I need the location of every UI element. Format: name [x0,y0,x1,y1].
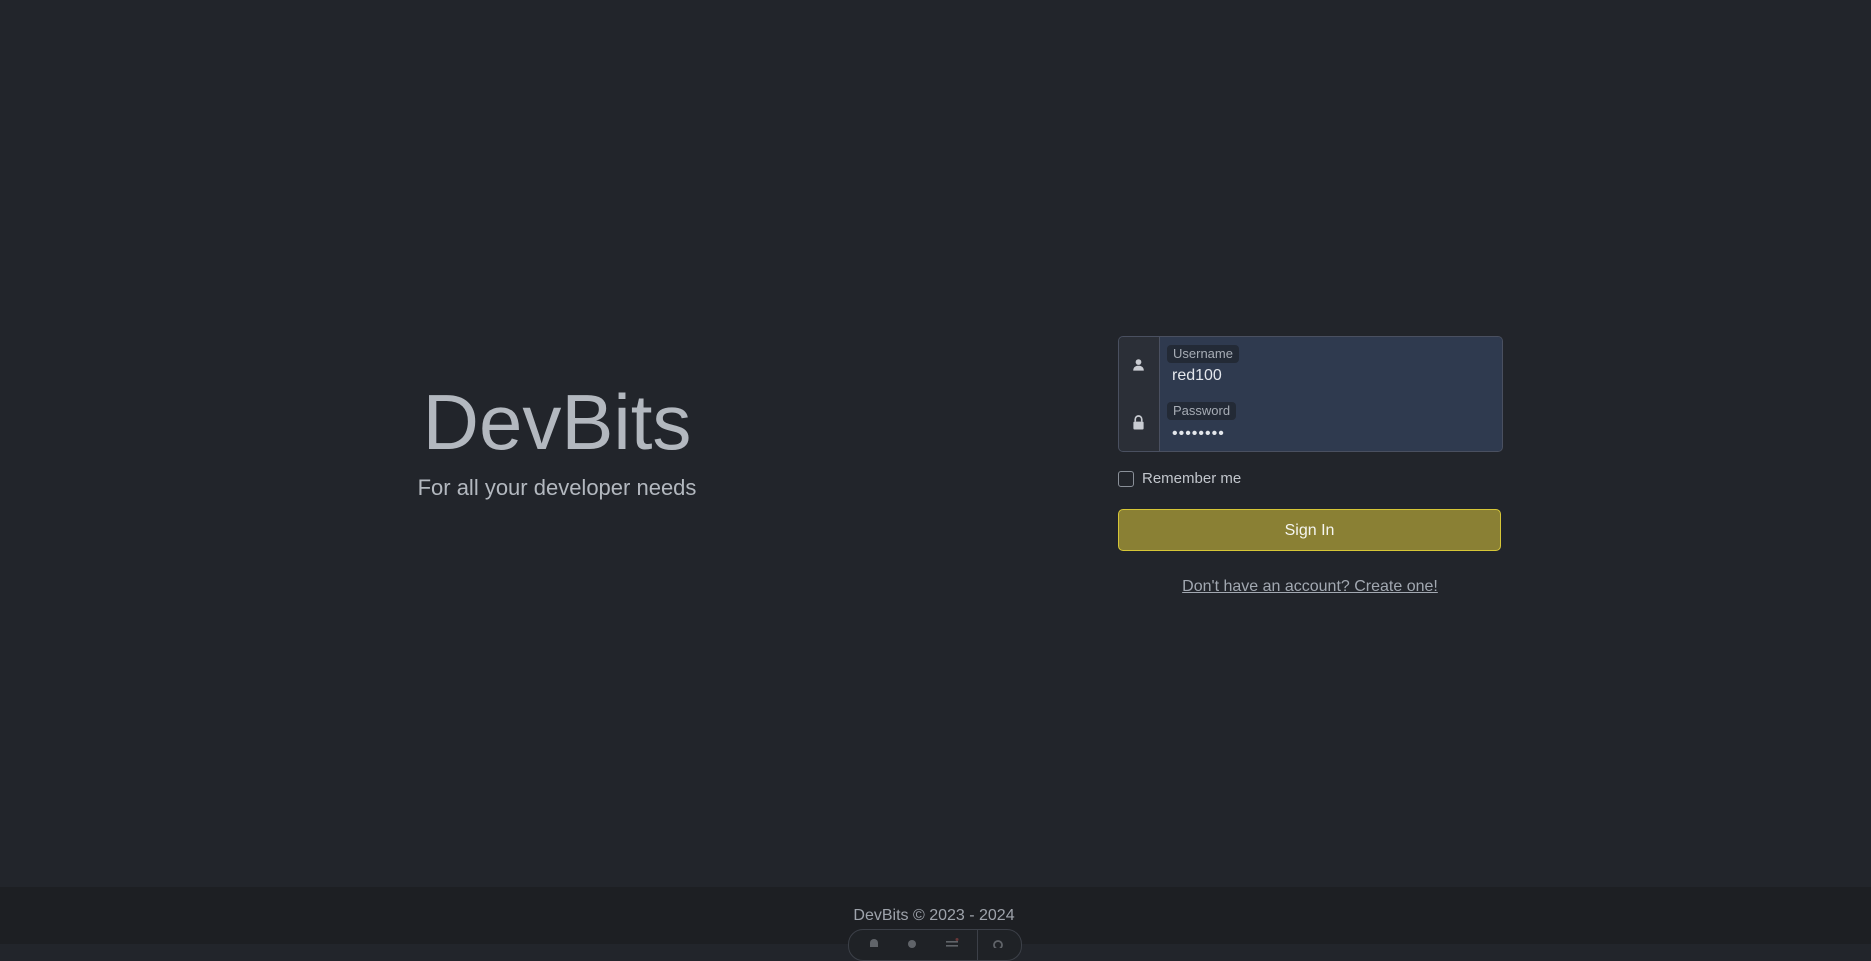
username-icon-box [1119,337,1160,394]
lock-icon [1133,415,1144,430]
remember-label[interactable]: Remember me [1142,470,1241,488]
sign-in-button[interactable]: Sign In [1118,509,1501,551]
username-row: Username [1119,337,1502,395]
main-content: DevBits For all your developer needs Use… [0,0,1871,887]
brand-title: DevBits [422,378,692,466]
password-input[interactable]: •••••••• [1172,424,1472,443]
password-label: Password [1167,402,1237,421]
footer: DevBits © 2023 - 2024 [0,887,1871,961]
bug-icon[interactable] [905,938,919,948]
username-field-container: Username [1160,337,1502,394]
password-icon-box [1119,394,1160,451]
footer-copyright: DevBits © 2023 - 2024 [853,907,1015,924]
password-field-container: Password •••••••• [1160,394,1502,451]
brand-tagline: For all your developer needs [417,475,697,500]
menu-icon[interactable] [945,938,959,948]
username-input[interactable] [1172,366,1472,386]
user-icon [1133,359,1144,371]
username-label: Username [1167,345,1239,364]
footer-toolbar-separator [977,930,978,960]
login-input-group: Username Password •••••••• [1118,336,1503,452]
create-account-link[interactable]: Don't have an account? Create one! [1182,578,1438,596]
footer-toolbar [848,929,1022,961]
password-row: Password •••••••• [1119,394,1502,451]
bell-icon[interactable] [867,938,881,948]
gear-icon[interactable] [991,938,1005,948]
remember-checkbox[interactable] [1118,471,1134,487]
